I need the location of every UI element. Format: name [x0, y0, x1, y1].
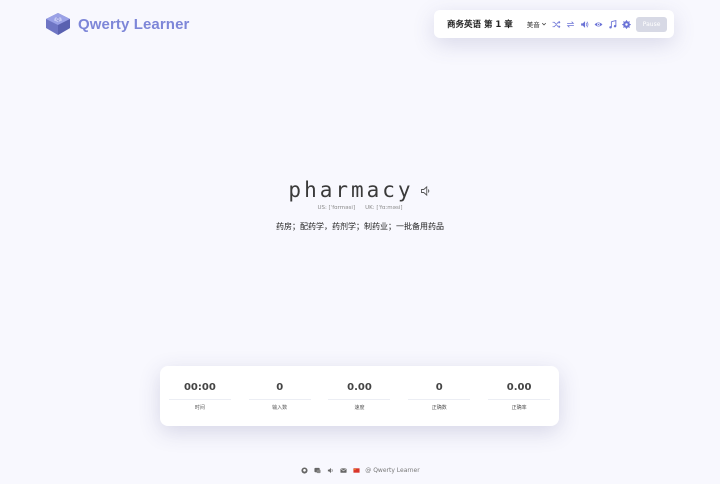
repeat-icon[interactable] — [566, 19, 575, 29]
stat-label: 正确数 — [431, 405, 447, 411]
stat-accuracy: 0.00 正确率 — [488, 366, 551, 411]
eye-icon[interactable] — [594, 19, 603, 29]
phonetics: US: [ˈfɑrməsi] UK: [ˈfɑːməsi] — [0, 205, 720, 211]
chevron-down-icon — [541, 22, 546, 26]
stat-time: 00:00 时间 — [168, 366, 231, 411]
stat-label: 正确率 — [511, 405, 527, 411]
stat-value: 0 — [276, 382, 284, 393]
stat-speed: 0.00 速度 — [328, 366, 391, 411]
stat-input-count: 0 输入数 — [248, 366, 311, 411]
dictionary-chapter-selector[interactable]: 商务英语 第 1 章 — [447, 18, 513, 30]
phonetic-us: US: [ˈfɑrməsi] — [317, 205, 356, 211]
phonetic-uk: UK: [ˈfɑːməsi] — [365, 205, 403, 211]
stat-value: 00:00 — [183, 382, 216, 393]
stat-value: 0.00 — [347, 382, 372, 393]
current-word: pharmacy — [288, 178, 414, 202]
divider — [408, 399, 471, 400]
stat-correct-count: 0 正确数 — [408, 366, 471, 411]
toolbar: 商务英语 第 1 章 美音 Pause — [434, 10, 674, 38]
stat-label: 输入数 — [272, 405, 288, 411]
gear-icon[interactable] — [622, 19, 631, 29]
divider — [168, 399, 231, 400]
keyboard-key-logo-icon: Q — [46, 13, 70, 35]
footer-copyright[interactable]: @ Qwerty Learner — [365, 467, 419, 474]
mail-icon[interactable] — [339, 466, 347, 474]
github-icon[interactable] — [300, 466, 308, 474]
flag-icon[interactable] — [352, 466, 360, 474]
music-note-icon[interactable] — [608, 19, 617, 29]
divider — [248, 399, 311, 400]
shuffle-icon[interactable] — [552, 19, 561, 29]
volume-icon[interactable] — [326, 466, 334, 474]
stats-panel: 00:00 时间 0 输入数 0.00 速度 0 正确数 0.00 正确率 — [160, 366, 559, 426]
divider — [328, 399, 391, 400]
wechat-icon[interactable] — [313, 466, 321, 474]
footer: @ Qwerty Learner — [0, 466, 720, 474]
accent-label: 美音 — [526, 21, 540, 29]
word-panel: pharmacy US: [ˈfɑrməsi] UK: [ˈfɑːməsi] 药… — [0, 178, 720, 232]
stat-label: 时间 — [194, 405, 205, 411]
app-logo[interactable]: Q Qwerty Learner — [44, 11, 189, 37]
volume-icon[interactable] — [580, 19, 589, 29]
svg-text:Q: Q — [56, 17, 59, 22]
divider — [488, 399, 551, 400]
word-translation: 药房；配药学，药剂学；制药业；一批备用药品 — [276, 222, 444, 231]
stat-value: 0.00 — [506, 382, 532, 393]
accent-selector[interactable]: 美音 — [527, 19, 547, 29]
pause-button[interactable]: Pause — [636, 16, 667, 32]
speaker-icon[interactable] — [420, 185, 432, 197]
stat-label: 速度 — [354, 405, 365, 411]
app-name: Qwerty Learner — [78, 15, 190, 33]
stat-value: 0 — [435, 382, 443, 393]
